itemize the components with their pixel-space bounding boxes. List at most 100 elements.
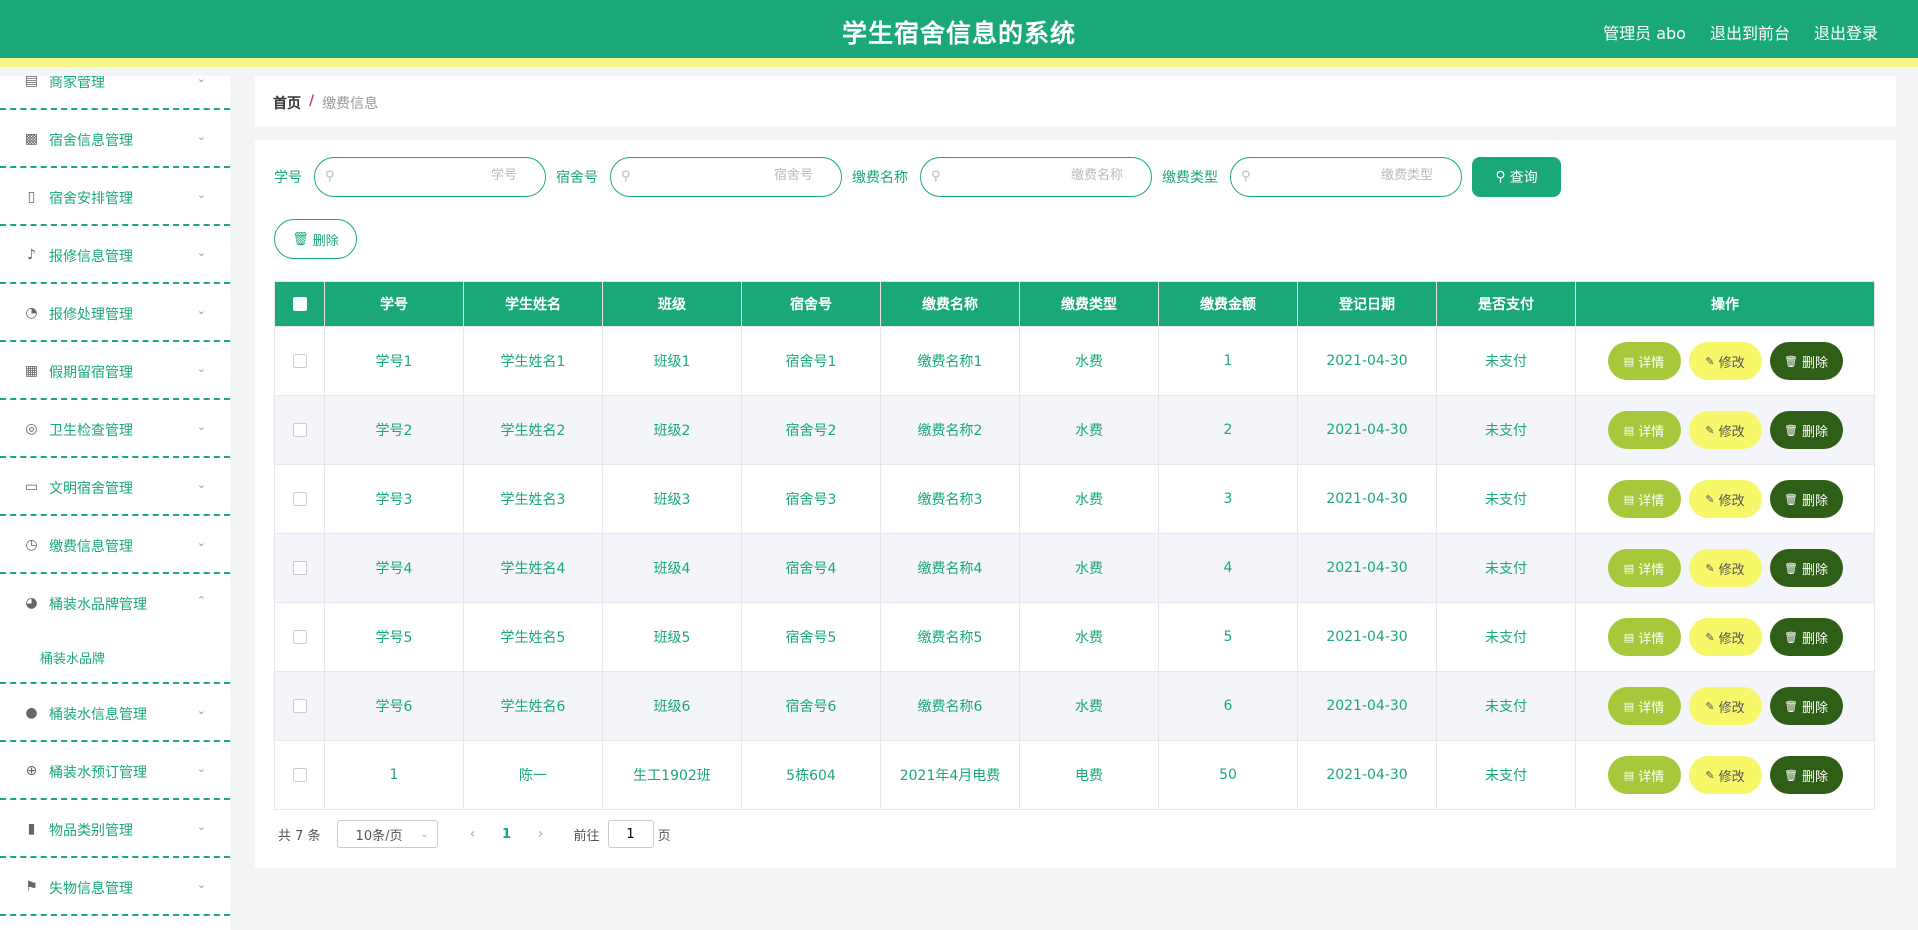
edit-button[interactable]: ✎ 修改 — [1688, 411, 1762, 449]
row-checkbox[interactable] — [292, 354, 307, 368]
search-box-fee-type[interactable]: ⚲ — [1230, 157, 1462, 197]
edit-button[interactable]: ✎ 修改 — [1688, 549, 1762, 587]
row-checkbox[interactable] — [292, 561, 307, 575]
edit-button[interactable]: ✎ 修改 — [1688, 687, 1762, 725]
row-actions: ▤ 详情 ✎ 修改 🗑 删除 — [1575, 602, 1875, 672]
sidebar-item[interactable]: ♪ 报修信息管理 ⌄ — [0, 226, 230, 284]
cell-fee-amount: 4 — [1158, 533, 1298, 603]
page-number-1[interactable]: 1 — [488, 827, 526, 842]
detail-button[interactable]: ▤ 详情 — [1607, 549, 1681, 587]
sidebar-item-label: 桶装水品牌管理 — [49, 597, 147, 613]
admin-user-link[interactable]: 管理员 abo — [1603, 20, 1686, 44]
sidebar-item-label: 宿舍信息管理 — [49, 133, 133, 149]
detail-button[interactable]: ▤ 详情 — [1607, 756, 1681, 794]
row-select-cell[interactable] — [274, 326, 325, 396]
student-id-input[interactable] — [377, 168, 517, 183]
detail-button[interactable]: ▤ 详情 — [1607, 480, 1681, 518]
content-card: 学号 ⚲ 宿舍号 ⚲ 缴费名称 ⚲ 缴费类型 ⚲ ⚲ 查询 🗑 删除 — [255, 140, 1896, 868]
pencil-icon: ✎ — [1705, 768, 1715, 782]
delete-button[interactable]: 🗑 删除 — [1769, 549, 1843, 587]
sidebar-item[interactable]: ◎ 卫生检查管理 ⌄ — [0, 400, 230, 458]
detail-button[interactable]: ▤ 详情 — [1607, 618, 1681, 656]
search-box-dorm[interactable]: ⚲ — [610, 157, 842, 197]
exit-to-front-link[interactable]: 退出到前台 — [1710, 20, 1790, 44]
breadcrumb-home[interactable]: 首页 — [273, 93, 301, 113]
sidebar-item-label: 宿舍安排管理 — [49, 191, 133, 207]
delete-button[interactable]: 🗑 删除 — [1769, 411, 1843, 449]
sidebar-item-label: 商家管理 — [49, 76, 105, 91]
sidebar-item[interactable]: ▩ 宿舍信息管理 ⌄ — [0, 110, 230, 168]
pagination-total: 共 7 条 — [278, 828, 321, 844]
row-select-cell[interactable] — [274, 533, 325, 603]
row-select-cell[interactable] — [274, 395, 325, 465]
prev-page-button[interactable]: ‹ — [458, 826, 488, 842]
cell-reg-date: 2021-04-30 — [1297, 326, 1437, 396]
row-select-cell[interactable] — [274, 740, 325, 810]
row-checkbox[interactable] — [292, 423, 307, 437]
delete-button[interactable]: 🗑 删除 — [1769, 756, 1843, 794]
page-size-select[interactable]: 10条/页 ⌄ — [336, 820, 438, 848]
cell-fee-type: 水费 — [1019, 464, 1159, 534]
cell-dorm: 宿舍号1 — [741, 326, 881, 396]
detail-button[interactable]: ▤ 详情 — [1607, 411, 1681, 449]
chevron-down-icon: ⌄ — [196, 130, 206, 143]
delete-button[interactable]: 🗑 删除 — [1769, 342, 1843, 380]
chevron-down-icon: ⌄ — [196, 536, 206, 549]
next-page-button[interactable]: › — [526, 826, 556, 842]
sidebar-item[interactable]: ▭ 文明宿舍管理 ⌄ — [0, 458, 230, 516]
sidebar-item[interactable]: ▯ 宿舍安排管理 ⌄ — [0, 168, 230, 226]
ticket-icon: ▮ — [27, 820, 36, 837]
sidebar-item[interactable]: ● 桶装水信息管理 ⌄ — [0, 684, 230, 742]
cell-fee-amount: 3 — [1158, 464, 1298, 534]
chevron-down-icon: ⌄ — [196, 362, 206, 375]
row-select-cell[interactable] — [274, 671, 325, 741]
row-checkbox[interactable] — [292, 768, 307, 782]
edit-button[interactable]: ✎ 修改 — [1688, 756, 1762, 794]
row-select-cell[interactable] — [274, 464, 325, 534]
top-header: 学生宿舍信息的系统 管理员 abo 退出到前台 退出登录 — [0, 0, 1918, 67]
delete-button[interactable]: 🗑 删除 — [1769, 618, 1843, 656]
cell-student-name: 学生姓名4 — [463, 533, 603, 603]
select-all-cell[interactable] — [274, 281, 325, 327]
row-checkbox[interactable] — [292, 699, 307, 713]
edit-button-label: 修改 — [1718, 424, 1745, 440]
cell-fee-type: 电费 — [1019, 740, 1159, 810]
goto-page-input[interactable] — [607, 820, 654, 848]
cell-reg-date: 2021-04-30 — [1297, 740, 1437, 810]
doc-icon: ▤ — [1623, 768, 1635, 782]
edit-button[interactable]: ✎ 修改 — [1688, 618, 1762, 656]
edit-button[interactable]: ✎ 修改 — [1688, 342, 1762, 380]
detail-button[interactable]: ▤ 详情 — [1607, 687, 1681, 725]
detail-button[interactable]: ▤ 详情 — [1607, 342, 1681, 380]
goto-label: 前往 — [573, 828, 600, 844]
sidebar-item[interactable]: ◷ 缴费信息管理 ⌄ — [0, 516, 230, 574]
sidebar-item[interactable]: ⊕ 桶装水预订管理 ⌄ — [0, 742, 230, 800]
row-select-cell[interactable] — [274, 602, 325, 672]
select-all-checkbox[interactable] — [292, 297, 307, 311]
delete-button[interactable]: 🗑 删除 — [1769, 480, 1843, 518]
dorm-input[interactable] — [673, 168, 813, 183]
row-checkbox[interactable] — [292, 630, 307, 644]
sidebar-item[interactable]: ▤ 商家管理 ⌄ — [0, 76, 230, 110]
cell-fee-name: 缴费名称6 — [880, 671, 1020, 741]
sidebar-item[interactable]: ▮ 物品类别管理 ⌄ — [0, 800, 230, 858]
query-button[interactable]: ⚲ 查询 — [1472, 157, 1561, 197]
edit-button[interactable]: ✎ 修改 — [1688, 480, 1762, 518]
fee-type-input[interactable] — [1293, 168, 1433, 183]
batch-delete-button[interactable]: 🗑 删除 — [274, 219, 357, 259]
search-box-student-id[interactable]: ⚲ — [314, 157, 546, 197]
sidebar-item[interactable]: ◕ 桶装水品牌管理 ⌃ 桶装水品牌 — [0, 574, 230, 684]
fee-name-input[interactable] — [983, 168, 1123, 183]
sidebar-item[interactable]: ▦ 假期留宿管理 ⌄ — [0, 342, 230, 400]
cell-dorm: 5栋604 — [741, 740, 881, 810]
cell-fee-type: 水费 — [1019, 602, 1159, 672]
logout-link[interactable]: 退出登录 — [1814, 20, 1878, 44]
cell-student-id: 学号4 — [324, 533, 464, 603]
detail-button-label: 详情 — [1638, 355, 1665, 371]
row-checkbox[interactable] — [292, 492, 307, 506]
sidebar-item[interactable]: ⚑ 失物信息管理 ⌄ — [0, 858, 230, 916]
search-box-fee-name[interactable]: ⚲ — [920, 157, 1152, 197]
delete-button[interactable]: 🗑 删除 — [1769, 687, 1843, 725]
submenu-item[interactable]: 桶装水品牌 — [40, 648, 105, 667]
sidebar-item[interactable]: ◔ 报修处理管理 ⌄ — [0, 284, 230, 342]
